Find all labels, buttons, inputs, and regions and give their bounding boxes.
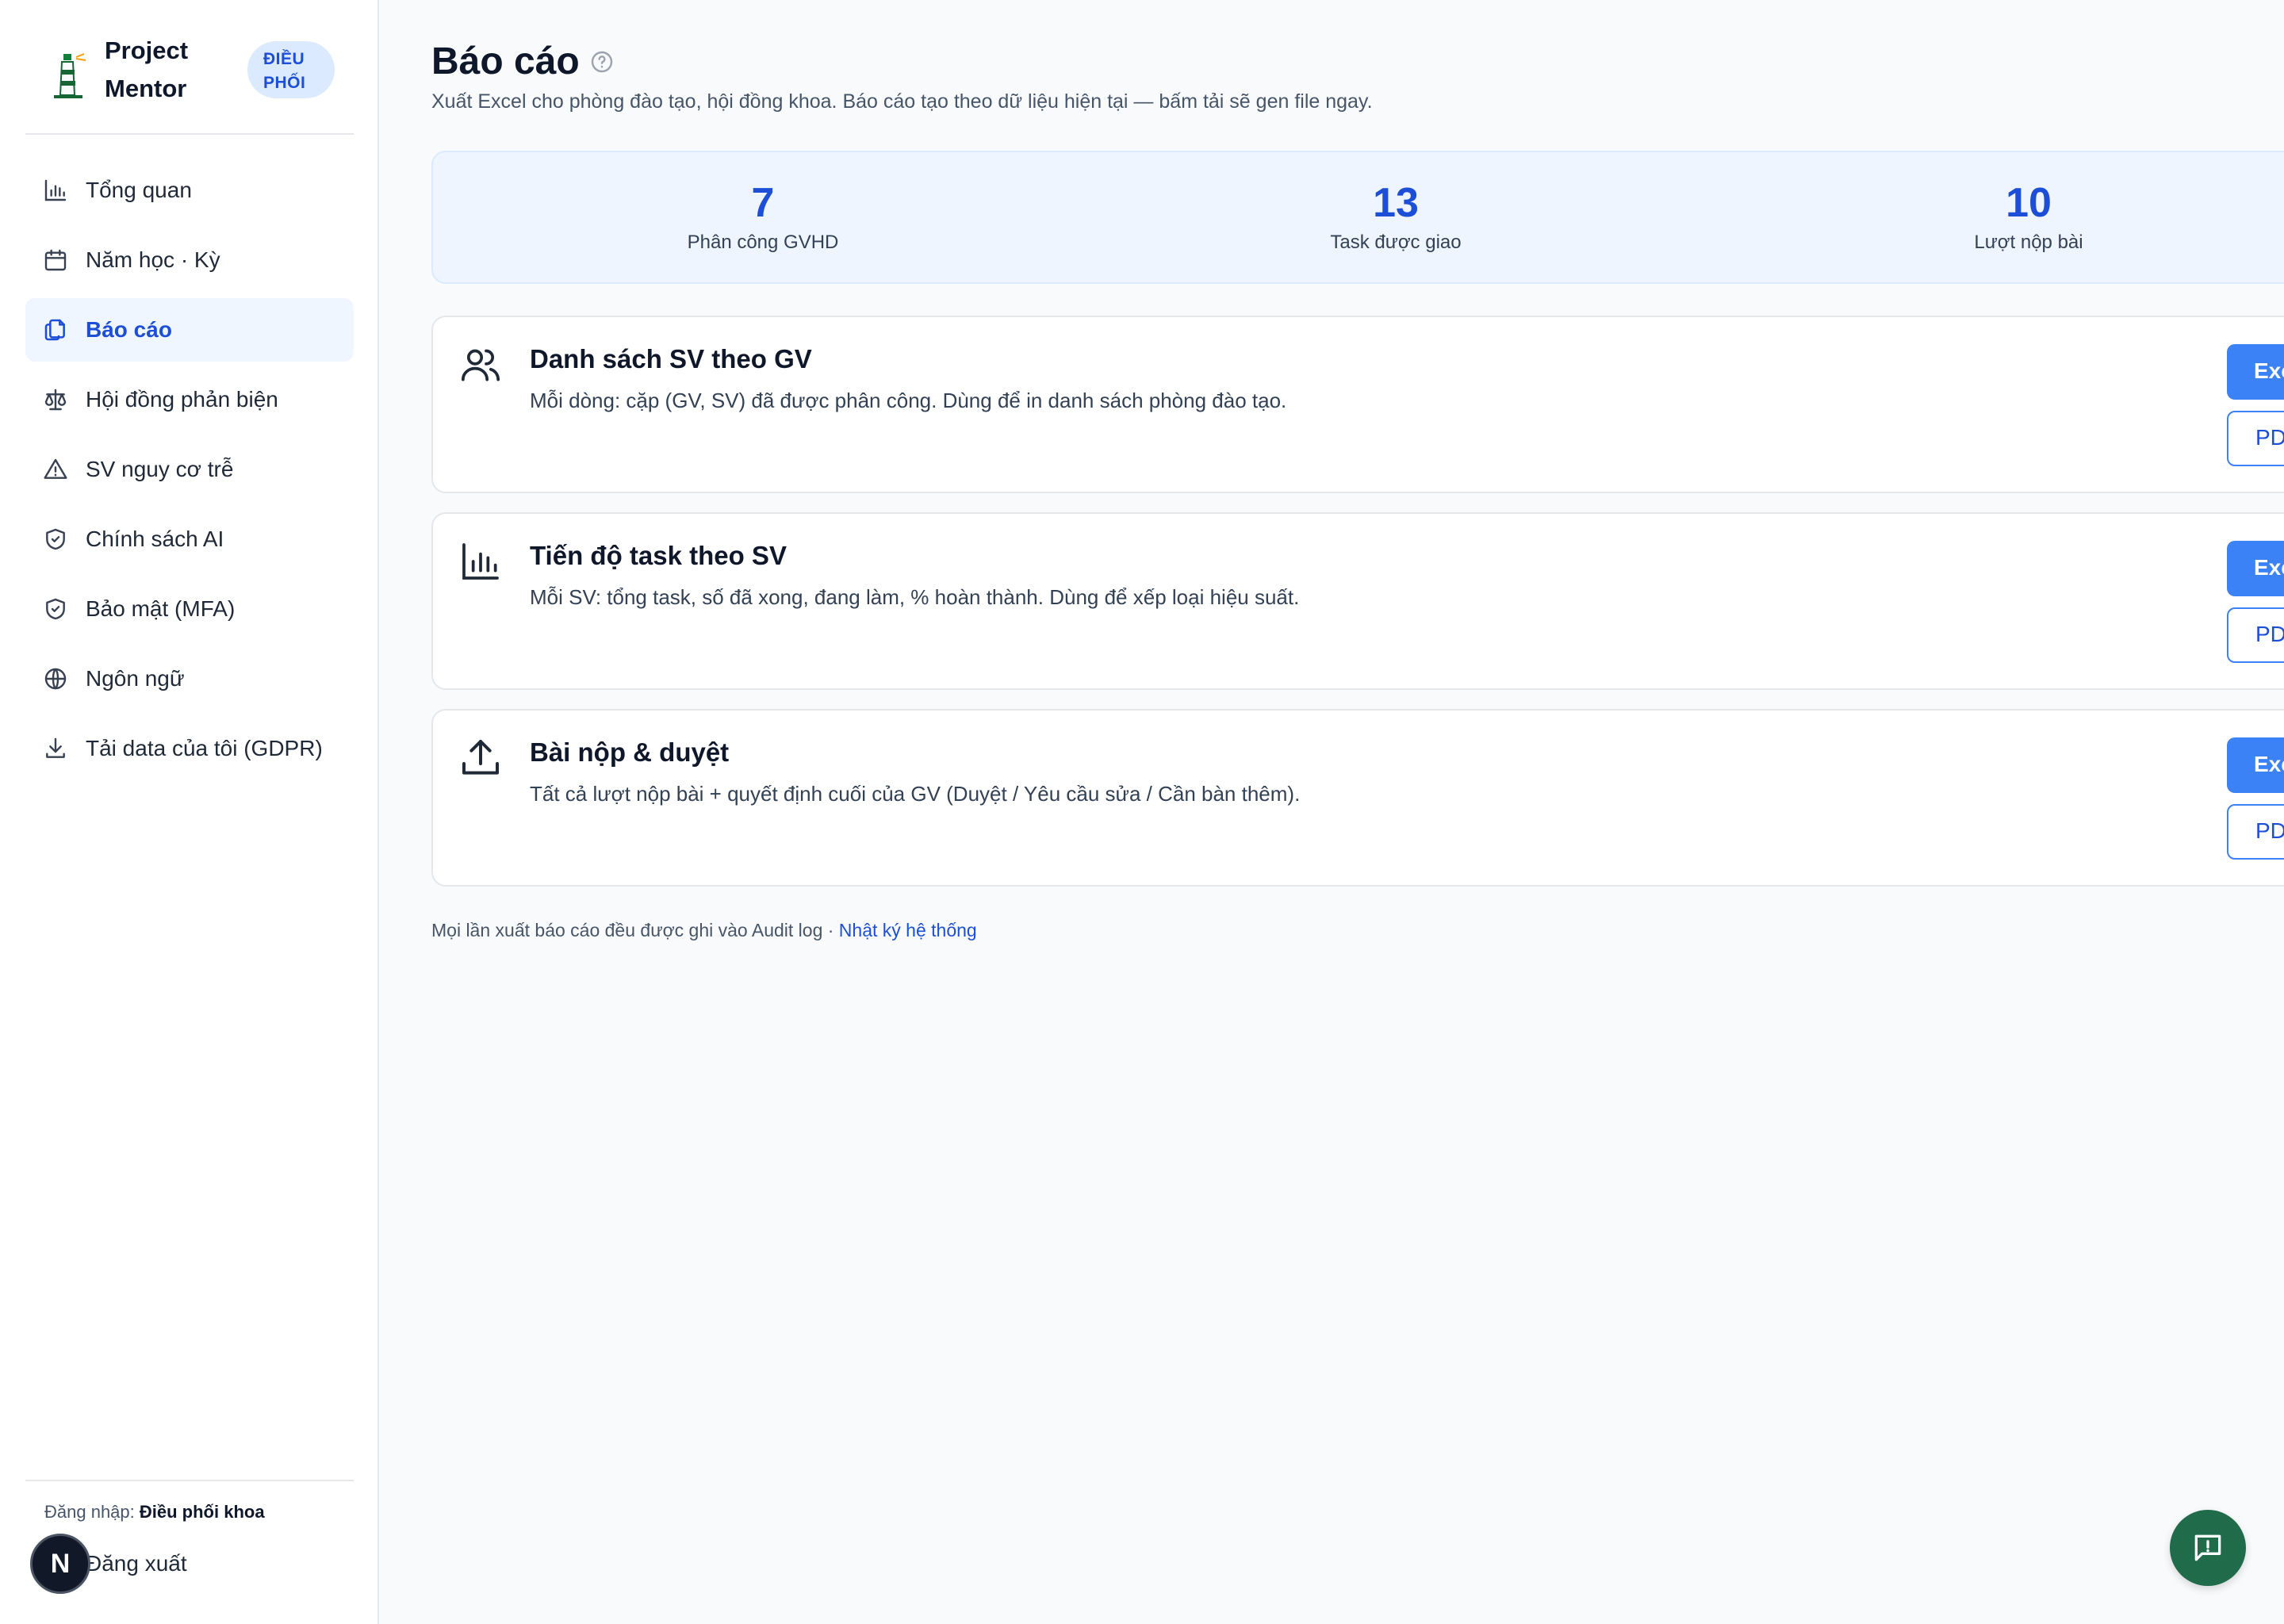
stat-submissions: 10 Lượt nộp bài	[1870, 179, 2187, 254]
export-excel-button[interactable]: Excel	[2227, 344, 2284, 400]
audit-footnote: Mọi lần xuất báo cáo đều được ghi vào Au…	[431, 920, 977, 941]
report-title: Danh sách SV theo GV	[530, 344, 812, 373]
sidebar-item-label: Năm học · Kỳ	[86, 247, 220, 272]
page-title: Báo cáo	[431, 40, 615, 83]
logout-button[interactable]: N Đăng xuất	[30, 1534, 268, 1594]
stat-value: 10	[2006, 180, 2052, 226]
report-card-students-by-advisor: Danh sách SV theo GV Mỗi dòng: cặp (GV, …	[431, 316, 2284, 493]
shield-check-icon	[43, 527, 68, 552]
stat-value: 7	[751, 180, 775, 226]
download-icon	[43, 736, 68, 761]
sidebar-item-label: Hội đồng phản biện	[86, 387, 278, 412]
report-description: Mỗi SV: tổng task, số đã xong, đang làm,…	[530, 585, 1300, 609]
avatar[interactable]: N	[30, 1534, 90, 1594]
warning-icon	[43, 457, 68, 482]
sidebar-nav: Tổng quan Năm học · Kỳ Báo cáo Hội đồng …	[25, 159, 354, 787]
export-pdf-button[interactable]: PDF	[2227, 411, 2284, 466]
feedback-chat-button[interactable]	[2170, 1510, 2246, 1586]
sidebar: Project Mentor ĐIỀU PHỐI Tổng quan Năm h…	[0, 0, 379, 1624]
sidebar-item-at-risk[interactable]: SV nguy cơ trễ	[25, 438, 354, 501]
export-excel-button[interactable]: Excel	[2227, 737, 2284, 793]
report-title: Tiến độ task theo SV	[530, 541, 787, 570]
page-title-text: Báo cáo	[431, 40, 580, 82]
lighthouse-logo-icon	[54, 53, 86, 98]
sidebar-item-reports[interactable]: Báo cáo	[25, 298, 354, 362]
sidebar-item-language[interactable]: Ngôn ngữ	[25, 647, 354, 710]
stat-label: Task được giao	[1330, 232, 1462, 253]
calendar-icon	[43, 247, 68, 273]
sidebar-item-label: Ngôn ngữ	[86, 666, 185, 691]
scale-icon	[43, 387, 68, 412]
login-info: Đăng nhập: Điều phối khoa	[44, 1502, 265, 1522]
bar-chart-icon	[458, 539, 503, 584]
upload-icon	[458, 736, 503, 780]
sidebar-item-gdpr-download[interactable]: Tải data của tôi (GDPR)	[25, 717, 354, 780]
stat-tasks: 13 Task được giao	[1237, 179, 1554, 254]
main-content: Báo cáo Xuất Excel cho phòng đào tạo, hộ…	[431, 0, 2284, 1624]
message-alert-icon	[2194, 1534, 2221, 1561]
export-pdf-button[interactable]: PDF	[2227, 804, 2284, 860]
sidebar-item-overview[interactable]: Tổng quan	[25, 159, 354, 222]
sidebar-item-security-mfa[interactable]: Bảo mật (MFA)	[25, 577, 354, 641]
login-prefix: Đăng nhập:	[44, 1502, 135, 1522]
sidebar-item-label: Báo cáo	[86, 317, 172, 342]
sidebar-divider	[25, 133, 354, 135]
sidebar-item-label: Chính sách AI	[86, 527, 224, 551]
stat-label: Lượt nộp bài	[1974, 232, 2083, 253]
report-card-task-progress: Tiến độ task theo SV Mỗi SV: tổng task, …	[431, 512, 2284, 690]
stat-value: 13	[1373, 180, 1419, 226]
sidebar-item-label: SV nguy cơ trễ	[86, 457, 234, 481]
copy-report-icon	[43, 317, 68, 343]
export-excel-button[interactable]: Excel	[2227, 541, 2284, 596]
sidebar-item-label: Tổng quan	[86, 178, 192, 202]
sidebar-item-label: Bảo mật (MFA)	[86, 596, 236, 621]
system-log-link[interactable]: Nhật ký hệ thống	[839, 920, 977, 940]
footnote-text: Mọi lần xuất báo cáo đều được ghi vào Au…	[431, 920, 834, 940]
report-description: Mỗi dòng: cặp (GV, SV) đã được phân công…	[530, 389, 1287, 412]
page-subtitle: Xuất Excel cho phòng đào tạo, hội đồng k…	[431, 90, 1373, 113]
brand[interactable]: Project Mentor ĐIỀU PHỐI	[44, 30, 346, 133]
sidebar-item-ai-policy[interactable]: Chính sách AI	[25, 508, 354, 571]
globe-icon	[43, 666, 68, 691]
report-title: Bài nộp & duyệt	[530, 737, 730, 767]
stats-summary: 7 Phân công GVHD 13 Task được giao 10 Lư…	[431, 151, 2284, 284]
users-icon	[458, 343, 503, 387]
report-card-submissions-approval: Bài nộp & duyệt Tất cả lượt nộp bài + qu…	[431, 709, 2284, 887]
brand-name: Project Mentor	[105, 36, 189, 102]
report-description: Tất cả lượt nộp bài + quyết định cuối củ…	[530, 782, 1301, 806]
stat-label: Phân công GVHD	[687, 232, 839, 253]
export-pdf-button[interactable]: PDF	[2227, 607, 2284, 663]
role-badge: ĐIỀU PHỐI	[247, 41, 335, 98]
sidebar-item-academic-year[interactable]: Năm học · Kỳ	[25, 228, 354, 292]
sidebar-item-label: Tải data của tôi (GDPR)	[86, 736, 323, 760]
sidebar-divider	[25, 1480, 354, 1481]
bar-chart-icon	[43, 178, 68, 203]
login-role: Điều phối khoa	[139, 1502, 265, 1522]
help-circle-icon[interactable]	[589, 49, 615, 75]
shield-check-icon	[43, 596, 68, 622]
logout-label: Đăng xuất	[86, 1551, 187, 1576]
sidebar-item-review-board[interactable]: Hội đồng phản biện	[25, 368, 354, 431]
stat-assignments: 7 Phân công GVHD	[604, 179, 922, 254]
